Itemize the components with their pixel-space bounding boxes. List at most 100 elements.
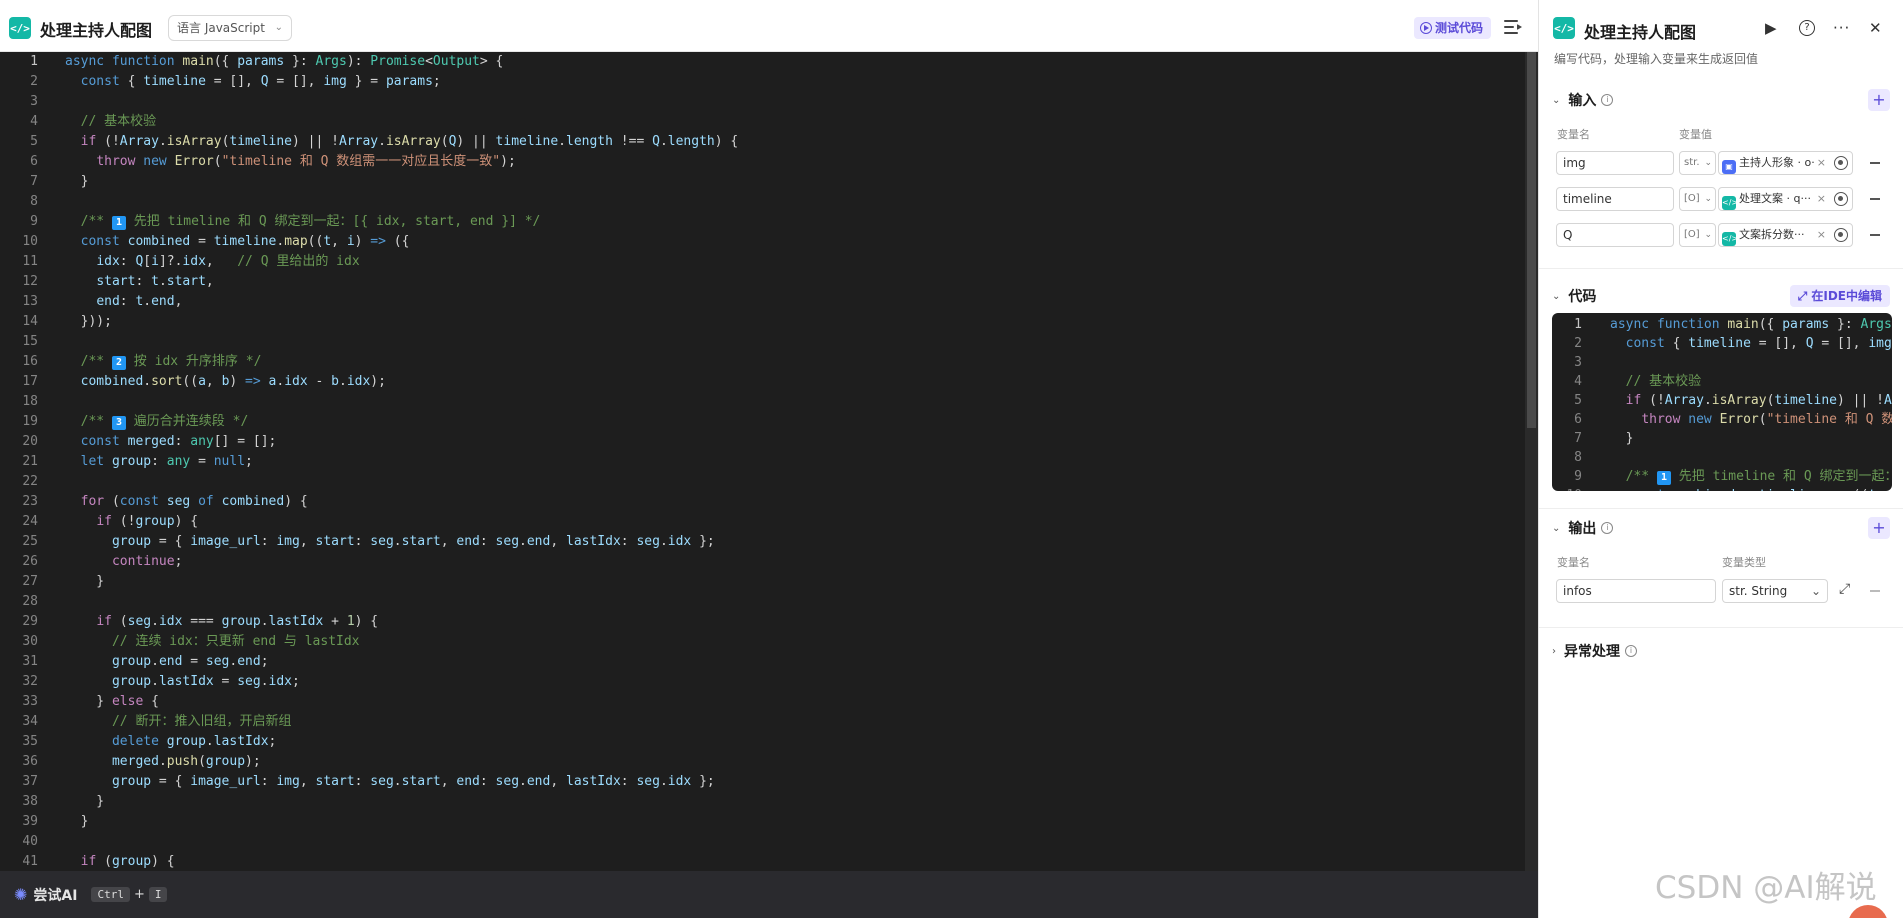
output-section-header[interactable]: ⌄ 输出 i: [1552, 518, 1614, 538]
code-token: Array: [1664, 393, 1704, 408]
line-number: 36: [22, 754, 38, 769]
target-icon[interactable]: [1834, 156, 1848, 170]
editor-scrollbar[interactable]: [1525, 52, 1538, 871]
input-ref-value[interactable]: ▣ 主持人形象 · o· ×: [1718, 151, 1853, 175]
input-type-select[interactable]: str. ⌄: [1679, 151, 1716, 175]
code-line: 2 const { timeline = [], Q = [], img } =…: [1552, 334, 1892, 353]
code-preview[interactable]: 1 async function main({ params }: Args): …: [1552, 313, 1892, 491]
code-token: end: [237, 654, 261, 669]
remove-input-icon[interactable]: [1870, 234, 1880, 236]
collapse-menu-icon[interactable]: [1504, 19, 1522, 35]
code-area[interactable]: 1 async function main({ params }: Args): …: [0, 52, 1525, 871]
code-line: 4 // 基本校验: [0, 112, 1525, 132]
line-text: const { timeline = [], Q = [], img } = p…: [1590, 334, 1892, 353]
language-select[interactable]: 语言 JavaScript ⌄: [168, 15, 292, 41]
code-line: 1 async function main({ params }: Args): …: [1552, 315, 1892, 334]
code-token: :: [260, 534, 277, 549]
chevron-right-icon: ›: [1552, 645, 1556, 657]
code-token: timeline: [1774, 393, 1838, 408]
code-token: lastIdx: [566, 774, 621, 789]
code-token: :: [479, 774, 496, 789]
info-icon: i: [1601, 94, 1614, 106]
code-token: };: [691, 774, 715, 789]
line-number: 17: [22, 374, 38, 389]
panel-title: 处理主持人配图: [1584, 23, 1697, 42]
line-text: if (group) {: [46, 852, 175, 871]
code-token: group: [111, 674, 152, 689]
input-name-field[interactable]: img: [1556, 151, 1674, 175]
remove-input-icon[interactable]: [1870, 198, 1880, 200]
input-type-select[interactable]: [O] ⌄: [1679, 187, 1716, 211]
input-name-field[interactable]: timeline: [1556, 187, 1674, 211]
more-icon[interactable]: ···: [1833, 19, 1850, 37]
code-token: {: [151, 694, 159, 709]
expand-icon[interactable]: ⤢: [1839, 581, 1850, 597]
try-ai-button[interactable]: 尝试AI: [33, 885, 77, 905]
code-token: lastIdx: [566, 534, 621, 549]
code-line: 19 /** 3 遍历合并连续段 */: [0, 412, 1525, 432]
code-token: :: [354, 534, 371, 549]
close-icon[interactable]: ✕: [1869, 19, 1882, 37]
code-token: async: [1610, 317, 1657, 332]
line-number: 18: [22, 394, 38, 409]
add-output-button[interactable]: +: [1868, 517, 1890, 539]
code-token: group: [166, 734, 206, 749]
code-token: lastIdx: [158, 674, 214, 689]
code-token: /**: [1625, 469, 1657, 484]
code-token: image_url: [190, 774, 261, 789]
run-icon[interactable]: ▶: [1765, 19, 1777, 37]
code-token: Q: [1805, 336, 1814, 351]
output-name-field[interactable]: infos: [1556, 579, 1716, 603]
line-number: 1: [30, 54, 38, 69]
target-icon[interactable]: [1834, 228, 1848, 242]
line-number: 1: [1574, 317, 1582, 332]
line-text: }: [1590, 429, 1634, 448]
code-token: :: [260, 774, 277, 789]
help-icon[interactable]: ?: [1799, 20, 1815, 36]
code-token: /**: [80, 354, 112, 369]
code-token: main: [182, 54, 214, 69]
add-input-button[interactable]: +: [1868, 89, 1890, 111]
code-token: idx: [268, 674, 293, 689]
code-token: 按 idx 升序排序 */: [125, 354, 262, 369]
remove-input-icon[interactable]: [1870, 162, 1880, 164]
code-token: timeline: [1759, 488, 1822, 491]
exception-section-header[interactable]: › 异常处理 i: [1552, 641, 1637, 661]
test-code-button[interactable]: 测试代码: [1414, 17, 1492, 39]
code-token: =: [190, 234, 214, 249]
remove-output-icon[interactable]: [1870, 590, 1880, 592]
target-icon[interactable]: [1834, 192, 1848, 206]
line-text: if (!Array.isArray(timeline) || !Array.i…: [1590, 391, 1892, 410]
col-out-name: 变量名: [1557, 556, 1590, 569]
code-token: ): [229, 374, 246, 389]
clear-icon[interactable]: ×: [1817, 224, 1826, 246]
code-token: (!: [1649, 393, 1665, 408]
code-line: 12 start: t.start,: [0, 272, 1525, 292]
input-type-select[interactable]: [O] ⌄: [1679, 223, 1716, 247]
code-token: const: [80, 434, 128, 449]
clear-icon[interactable]: ×: [1817, 152, 1826, 174]
number-badge-icon: 1: [111, 216, 126, 230]
scrollbar-thumb[interactable]: [1527, 52, 1536, 428]
code-token: ) {: [284, 494, 308, 509]
edit-in-ide-button[interactable]: ⤢ 在IDE中编辑: [1789, 285, 1890, 307]
code-token: seg: [636, 534, 660, 549]
code-token: :: [620, 534, 637, 549]
input-ref-value[interactable]: </>文案拆分数··· ×: [1718, 223, 1853, 247]
input-name-field[interactable]: Q: [1556, 223, 1674, 247]
code-section-header[interactable]: ⌄ 代码: [1552, 286, 1596, 306]
input-ref-value[interactable]: </>处理文案 · q··· ×: [1718, 187, 1853, 211]
number-badge-icon: 3: [111, 416, 126, 430]
code-token: idx: [96, 254, 120, 269]
line-text: // 基本校验: [1590, 372, 1701, 391]
line-number: 28: [22, 594, 38, 609]
input-section-header[interactable]: ⌄ 输入 i: [1552, 90, 1614, 110]
code-token: :: [119, 294, 136, 309]
output-type-select[interactable]: str. String ⌄: [1722, 579, 1828, 603]
clear-icon[interactable]: ×: [1817, 188, 1826, 210]
